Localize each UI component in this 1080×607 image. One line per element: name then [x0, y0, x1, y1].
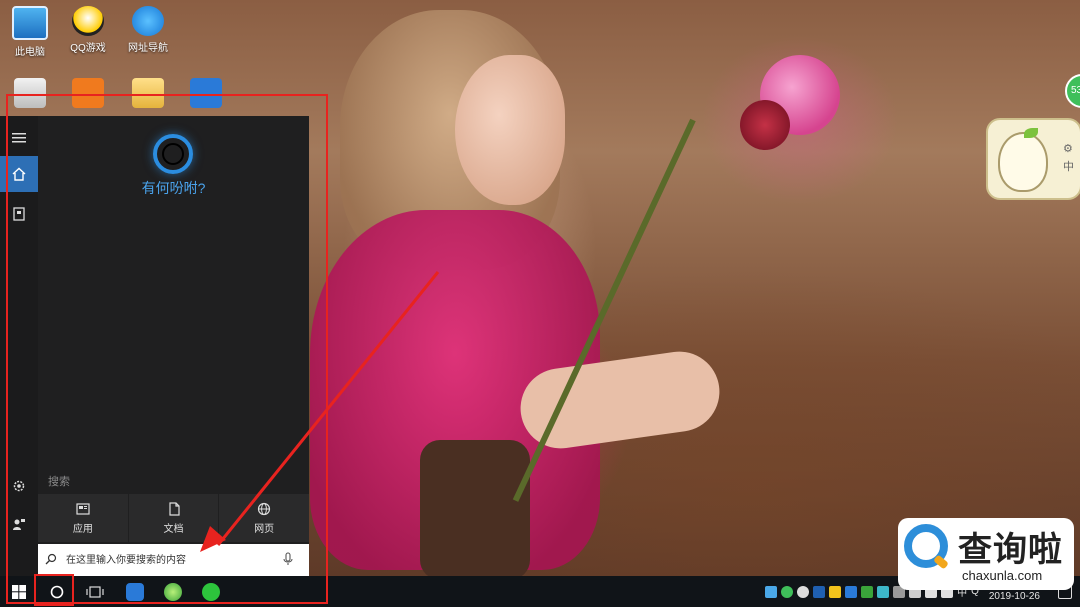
annotation-panel-box: [6, 94, 328, 604]
qq-game-icon: [72, 6, 104, 36]
desktop-icon-label: QQ游戏: [70, 43, 106, 54]
site-watermark: 查询啦 chaxunla.com: [898, 518, 1074, 590]
wallpaper-rose-dark: [740, 100, 790, 150]
tray-blue-icon[interactable]: [845, 585, 858, 598]
wallpaper-boot: [420, 440, 530, 580]
wallpaper-girl-face: [455, 55, 565, 205]
watermark-title: 查询啦: [958, 530, 1063, 570]
watermark-url: chaxunla.com: [962, 568, 1043, 583]
tray-plus-icon[interactable]: [829, 585, 842, 598]
taskbar-date[interactable]: 2019-10-26: [989, 591, 1040, 602]
annotation-cortana-box: [34, 574, 74, 606]
tray-cube-icon[interactable]: [765, 585, 778, 598]
leaf-icon: [1024, 128, 1038, 138]
tray-wechat-icon[interactable]: [797, 585, 810, 598]
tray-network-app-icon[interactable]: [813, 585, 826, 598]
desktop-icon-this-pc[interactable]: 此电脑: [2, 6, 58, 58]
tray-teal-icon[interactable]: [877, 585, 890, 598]
desktop-icon-qq-game[interactable]: QQ游戏: [60, 6, 116, 54]
tray-browser-icon[interactable]: [861, 585, 874, 598]
watermark-q-logo-icon: [904, 524, 948, 568]
desktop-icon-label: 网址导航: [128, 43, 168, 54]
bean-widget[interactable]: ⚙ 中: [986, 118, 1080, 200]
widget-ime-label[interactable]: 中: [1063, 158, 1074, 176]
desktop-icon-label: 此电脑: [15, 47, 45, 58]
desktop-icon-web-nav[interactable]: 网址导航: [120, 6, 176, 54]
computer-icon: [12, 6, 48, 40]
widget-settings-icon[interactable]: ⚙: [1063, 140, 1074, 158]
bean-mascot-icon: [998, 128, 1048, 192]
ie-browser-icon: [132, 6, 164, 36]
tray-green-icon[interactable]: [781, 585, 794, 598]
